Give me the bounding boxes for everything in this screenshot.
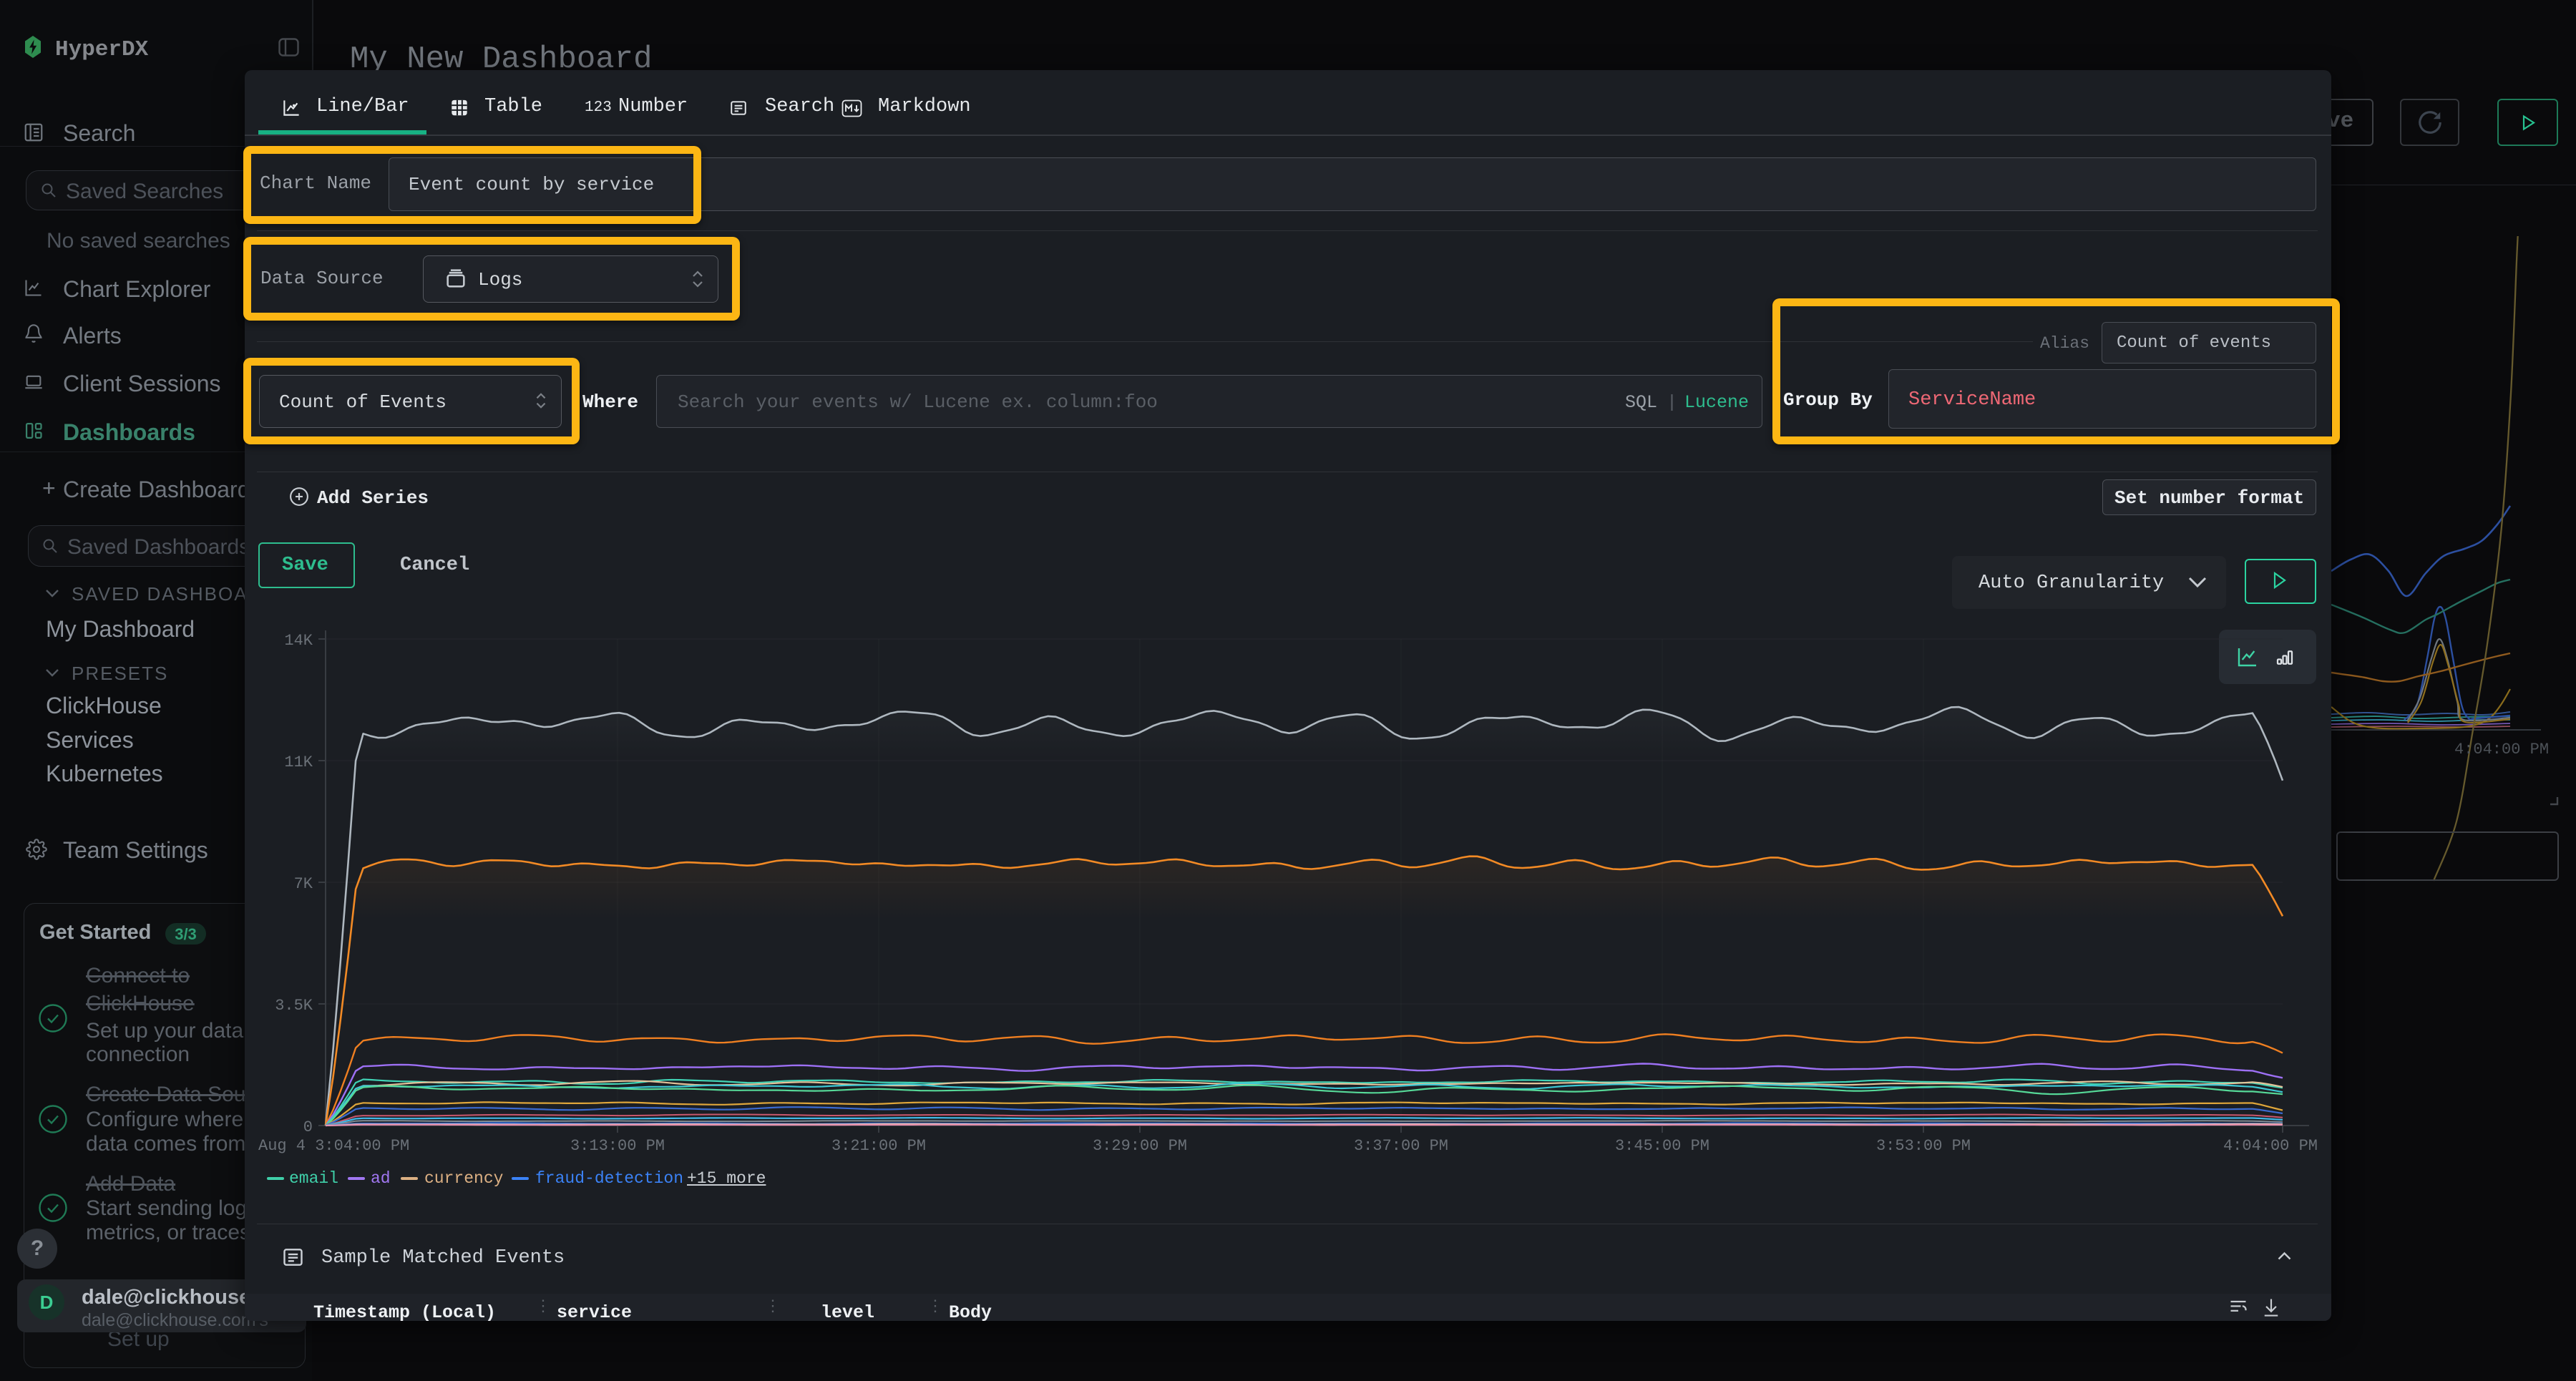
svg-text:7K: 7K — [294, 875, 313, 893]
svg-text:4:04:00 PM: 4:04:00 PM — [2223, 1137, 2318, 1155]
svg-text:3:37:00 PM: 3:37:00 PM — [1354, 1137, 1448, 1155]
svg-text:3.5K: 3.5K — [275, 997, 313, 1015]
svg-text:14K: 14K — [284, 632, 313, 650]
svg-text:3:13:00 PM: 3:13:00 PM — [570, 1137, 665, 1155]
svg-text:3:53:00 PM: 3:53:00 PM — [1876, 1137, 1971, 1155]
svg-text:3:45:00 PM: 3:45:00 PM — [1615, 1137, 1709, 1155]
svg-text:11K: 11K — [284, 753, 313, 771]
svg-text:0: 0 — [303, 1118, 313, 1136]
svg-text:3:21:00 PM: 3:21:00 PM — [831, 1137, 926, 1155]
svg-text:Aug 4 3:04:00 PM: Aug 4 3:04:00 PM — [258, 1137, 409, 1155]
svg-text:3:29:00 PM: 3:29:00 PM — [1093, 1137, 1187, 1155]
